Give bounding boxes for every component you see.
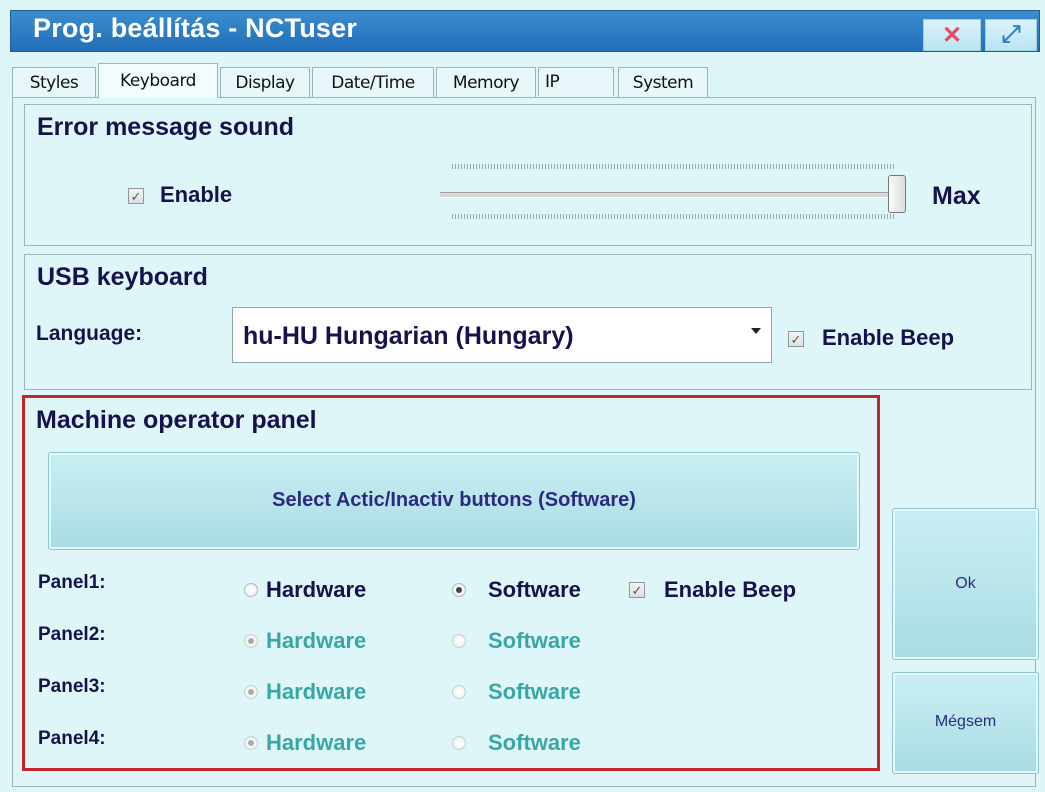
volume-slider-thumb[interactable] [888, 175, 906, 213]
close-icon[interactable]: ✕ [923, 19, 981, 51]
tab-styles[interactable]: Styles [12, 67, 96, 97]
tab-display[interactable]: Display [220, 67, 310, 97]
highlight-frame [22, 395, 880, 771]
maximize-icon[interactable]: ⤢ [985, 19, 1037, 51]
language-select-value: hu-HU Hungarian (Hungary) [243, 322, 574, 350]
tab-system[interactable]: System [618, 67, 708, 97]
title-bar: Prog. beállítás - NCTuser ✕ ⤢ [10, 10, 1040, 52]
error-sound-group: Error message sound [24, 104, 1032, 246]
volume-slider-track[interactable] [440, 192, 900, 198]
language-label: Language: [36, 322, 143, 345]
tab-memory[interactable]: Memory [436, 67, 536, 97]
ok-button[interactable]: Ok [892, 508, 1039, 660]
slider-ticks-top [452, 164, 896, 169]
ok-button-label: Ok [955, 575, 976, 592]
error-sound-title: Error message sound [37, 113, 295, 141]
usb-keyboard-title: USB keyboard [37, 263, 208, 291]
usb-enable-beep-checkbox[interactable]: ✓ [788, 331, 804, 347]
window-title: Prog. beállítás - NCTuser [33, 13, 358, 43]
error-sound-enable-label: Enable [160, 182, 233, 207]
usb-enable-beep-label: Enable Beep [822, 325, 955, 350]
tab-keyboard[interactable]: Keyboard [98, 63, 218, 98]
tab-date-time[interactable]: Date/Time [312, 67, 434, 97]
error-sound-enable-checkbox[interactable]: ✓ [128, 188, 144, 204]
language-select[interactable]: hu-HU Hungarian (Hungary) [232, 307, 772, 363]
chevron-down-icon [751, 328, 761, 334]
cancel-button[interactable]: Mégsem [892, 672, 1039, 774]
volume-max-label: Max [932, 182, 981, 210]
slider-ticks-bottom [452, 214, 896, 219]
cancel-button-label: Mégsem [934, 713, 997, 730]
tab-ip[interactable]: IP [538, 67, 614, 96]
